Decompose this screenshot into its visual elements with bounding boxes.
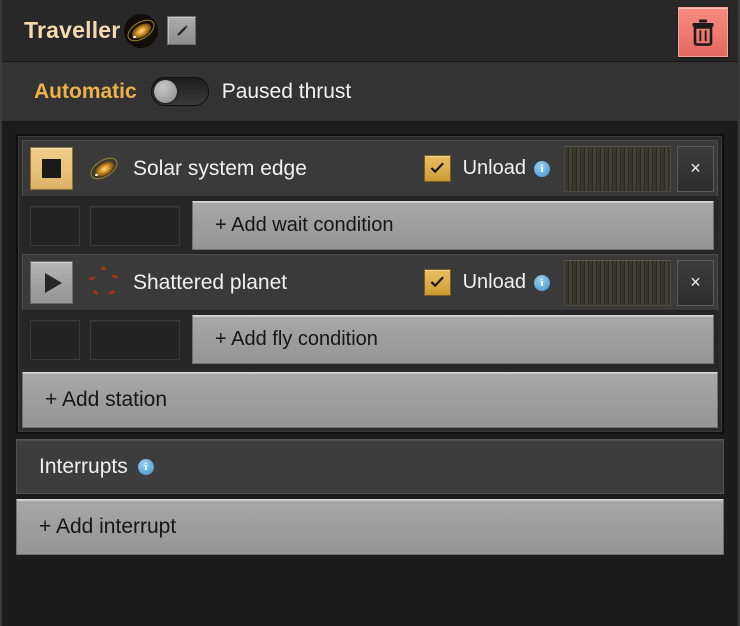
add-fly-condition-button[interactable]: + Add fly condition (192, 315, 714, 364)
trash-icon (692, 19, 714, 46)
add-station-button[interactable]: + Add station (22, 372, 718, 428)
unload-checkbox[interactable] (423, 269, 451, 296)
station-mode-button[interactable] (30, 147, 73, 190)
automatic-row: Automatic Paused thrust (2, 62, 738, 122)
interrupts-header: Interrupts i (16, 439, 724, 494)
stations-frame: Solar system edge Unload i × + Add wait … (16, 134, 724, 434)
add-wait-condition-button[interactable]: + Add wait condition (192, 201, 714, 250)
unload-checkbox[interactable] (423, 155, 451, 182)
info-icon[interactable]: i (534, 160, 550, 177)
galaxy-icon (86, 152, 122, 186)
debris-shard (100, 266, 107, 270)
debris-shard (108, 289, 116, 295)
condition-row: + Add fly condition (22, 311, 718, 368)
condition-slot-value[interactable] (90, 319, 180, 360)
unload-label: Unload (462, 271, 526, 293)
station-name: Shattered planet (133, 270, 288, 294)
station-row-controls: Unload i × (423, 255, 714, 310)
galaxy-moon (133, 35, 136, 38)
play-icon (45, 272, 62, 293)
shattered-planet-icon (87, 266, 121, 300)
add-interrupt-button[interactable]: + Add interrupt (16, 499, 724, 555)
remove-station-button[interactable]: × (677, 145, 714, 192)
automatic-label: Automatic (34, 79, 137, 103)
station-name: Solar system edge (133, 156, 307, 180)
automatic-toggle[interactable] (150, 77, 209, 106)
delete-traveller-button[interactable] (678, 7, 728, 57)
condition-row: + Add wait condition (22, 197, 718, 254)
station-row[interactable]: Solar system edge Unload i × (22, 140, 718, 197)
condition-slot-icon[interactable] (30, 319, 80, 360)
pencil-icon (177, 24, 188, 36)
drag-handle-icon[interactable] (564, 259, 671, 306)
galaxy-moon (95, 173, 98, 176)
debris-shard (92, 289, 99, 295)
page-title: Traveller (24, 17, 121, 43)
thrust-status-label: Paused thrust (221, 79, 352, 103)
unload-label: Unload (462, 157, 526, 179)
condition-slot-value[interactable] (90, 205, 180, 246)
info-icon[interactable]: i (534, 274, 550, 291)
debris-shard (88, 275, 96, 281)
condition-slot-icon[interactable] (30, 205, 80, 246)
station-row-controls: Unload i × (423, 141, 714, 196)
toggle-knob (153, 80, 177, 103)
interrupts-label: Interrupts (39, 454, 128, 478)
checkmark-icon (430, 162, 444, 173)
schedule-panel: Solar system edge Unload i × + Add wait … (2, 122, 738, 626)
remove-station-button[interactable]: × (677, 259, 714, 306)
checkmark-icon (430, 276, 444, 287)
station-mode-button[interactable] (30, 261, 73, 304)
edit-name-button[interactable] (167, 16, 197, 45)
station-row[interactable]: Shattered planet Unload i × (22, 254, 718, 311)
info-icon[interactable]: i (137, 458, 154, 475)
stop-icon (42, 159, 61, 178)
drag-handle-icon[interactable] (564, 145, 671, 192)
debris-shard (111, 273, 119, 279)
galaxy-icon (124, 13, 159, 48)
titlebar: Traveller (2, 0, 738, 62)
